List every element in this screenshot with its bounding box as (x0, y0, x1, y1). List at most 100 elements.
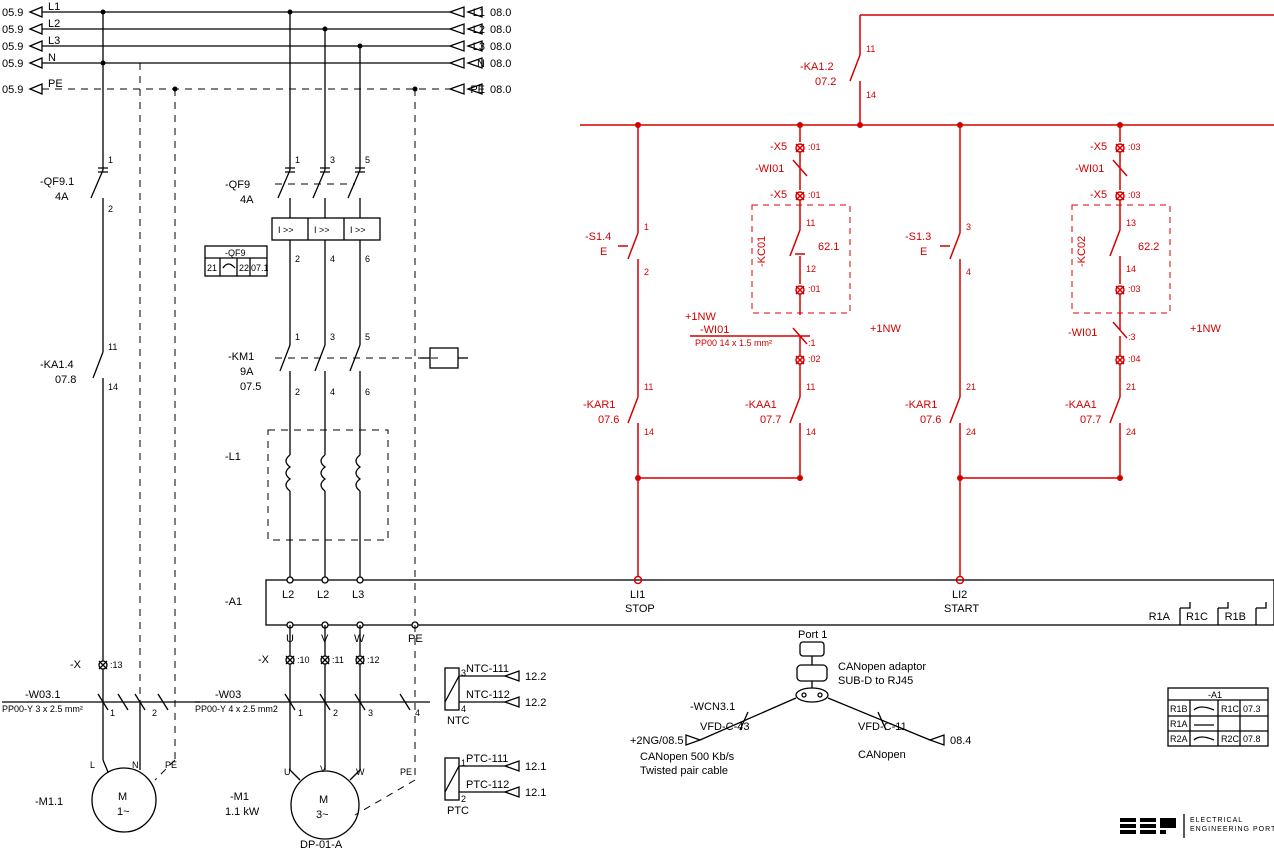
leg-kc02: -X5:03 -WI01 -X5:03 13 14 -KC02 62.2 :03… (960, 125, 1221, 481)
m1-1-branch: -X:13 -W03.1 PP00-Y 3 x 2.5 mm² 12 M 1~ … (2, 89, 200, 832)
svg-text:3: 3 (368, 708, 373, 718)
svg-text:-KA1.2: -KA1.2 (800, 61, 834, 73)
svg-text:Port 1: Port 1 (798, 629, 827, 641)
svg-text:3: 3 (966, 222, 971, 232)
svg-text:1: 1 (644, 222, 649, 232)
svg-text:-KAA1: -KAA1 (745, 399, 777, 411)
svg-text:6: 6 (365, 254, 370, 264)
svg-text:08.0: 08.0 (490, 58, 511, 70)
svg-text:+1NW: +1NW (870, 323, 901, 335)
svg-text:5: 5 (365, 155, 370, 165)
svg-text:11: 11 (644, 382, 653, 392)
svg-text:07.7: 07.7 (760, 414, 781, 426)
svg-text:L1: L1 (473, 7, 485, 19)
svg-text:-X5: -X5 (1090, 189, 1107, 201)
svg-text:L2: L2 (473, 24, 485, 36)
svg-text:24: 24 (966, 427, 976, 437)
qf9-ref-box: -QF9 21 22 07.1 (205, 246, 269, 276)
svg-text:05.9: 05.9 (2, 7, 23, 19)
m1-branch: -X :10 :11 :12 -W03 PP00-Y 4 x 2.5 mm2 1… (195, 625, 430, 851)
svg-text:-X: -X (70, 659, 82, 671)
svg-text:-S1.4: -S1.4 (585, 231, 611, 243)
svg-text:-KM1: -KM1 (228, 351, 254, 363)
svg-text:R1B: R1B (1225, 611, 1246, 623)
svg-text:ELECTRICAL: ELECTRICAL (1190, 817, 1243, 824)
qf9-breaker: 135 -QF9 4A I >> I >> I >> 246 -QF9 21 2… (205, 12, 380, 345)
svg-text:-QF9: -QF9 (225, 179, 250, 191)
svg-text:05.9: 05.9 (2, 24, 23, 36)
svg-text:-X5: -X5 (770, 141, 787, 153)
svg-text:2: 2 (333, 708, 338, 718)
svg-text:21: 21 (966, 382, 976, 392)
svg-text:L3: L3 (352, 589, 364, 601)
svg-text:24: 24 (1126, 427, 1136, 437)
svg-text:-L1: -L1 (225, 451, 241, 463)
svg-text:1: 1 (298, 708, 303, 718)
ntc-block: 34 NTC NTC-11112.2 NTC-11212.2 (445, 663, 546, 727)
svg-text:11: 11 (108, 342, 117, 352)
svg-text:-WI01: -WI01 (1068, 327, 1097, 339)
svg-text:1~: 1~ (117, 806, 130, 818)
svg-text:-S1.3: -S1.3 (905, 231, 931, 243)
svg-text:PE: PE (400, 767, 412, 777)
svg-text:START: START (944, 603, 979, 615)
svg-text:62.2: 62.2 (1138, 241, 1159, 253)
svg-text:N: N (477, 58, 485, 70)
svg-text::02: :02 (808, 354, 821, 364)
svg-text:-X: -X (258, 654, 270, 666)
svg-text::13: :13 (110, 660, 123, 670)
svg-text:STOP: STOP (625, 603, 655, 615)
svg-text::01: :01 (808, 284, 821, 294)
svg-text:11: 11 (806, 382, 815, 392)
svg-text:2: 2 (295, 254, 300, 264)
eep-logo: ELECTRICAL ENGINEERING PORTAL (1120, 814, 1274, 838)
leg-s14: 1 -S1.4 E 2 11 14 -KAR1 07.6 (583, 125, 654, 576)
svg-text:L3: L3 (473, 41, 485, 53)
svg-text:1: 1 (295, 155, 300, 165)
svg-text:-KAR1: -KAR1 (583, 399, 615, 411)
svg-text:-KC02: -KC02 (1076, 236, 1088, 267)
svg-text:-KC01: -KC01 (756, 236, 768, 267)
svg-text:07.8: 07.8 (1243, 734, 1261, 744)
a1-device: -A1 L2 L2 L3 U V W PE LI1 STOP LI2 START… (225, 577, 1274, 646)
svg-text:-A1: -A1 (1208, 690, 1222, 700)
svg-text:M: M (118, 791, 127, 803)
svg-text:PP00-Y 3 x 2.5 mm²: PP00-Y 3 x 2.5 mm² (2, 704, 83, 714)
leg-kc01: -X5:01 -WI01 -X5:01 11 12 -KC01 62.1 :01… (638, 125, 901, 481)
svg-text::11: :11 (332, 655, 344, 665)
svg-text::04: :04 (1128, 354, 1141, 364)
svg-text:-W03: -W03 (215, 689, 241, 701)
svg-text:3: 3 (330, 332, 335, 342)
svg-text:+2NG/08.5: +2NG/08.5 (630, 735, 684, 747)
control-circuit: 11 14 -KA1.2 07.2 1 -S1.4 E 2 11 14 -KAR… (580, 15, 1274, 576)
svg-text:08.0: 08.0 (490, 41, 511, 53)
svg-text:1: 1 (108, 155, 113, 165)
svg-text:05.9: 05.9 (2, 41, 23, 53)
svg-text:-M1.1: -M1.1 (35, 796, 63, 808)
svg-text::12: :12 (367, 655, 380, 665)
svg-text:-X5: -X5 (770, 189, 787, 201)
svg-text:I >>: I >> (314, 225, 330, 235)
svg-text:07.3: 07.3 (1243, 704, 1261, 714)
svg-text:2: 2 (644, 267, 649, 277)
svg-text:2: 2 (152, 708, 157, 718)
svg-text:PTC: PTC (447, 805, 469, 817)
svg-text:12.2: 12.2 (525, 671, 546, 683)
svg-text:4: 4 (415, 708, 420, 718)
svg-text:-W03.1: -W03.1 (25, 689, 60, 701)
svg-text::10: :10 (297, 655, 310, 665)
svg-text:4: 4 (461, 704, 466, 714)
svg-text:R1B: R1B (1170, 704, 1188, 714)
svg-text::01: :01 (808, 142, 821, 152)
svg-text:R1A: R1A (1149, 611, 1171, 623)
svg-text:3: 3 (330, 155, 335, 165)
svg-text:08.0: 08.0 (490, 24, 511, 36)
svg-text::3: :3 (1128, 332, 1136, 342)
svg-text:CANopen adaptor: CANopen adaptor (838, 661, 926, 673)
svg-text:NTC: NTC (447, 715, 470, 727)
svg-text:14: 14 (806, 427, 816, 437)
svg-text:9A: 9A (240, 366, 254, 378)
svg-text:ENGINEERING PORTAL: ENGINEERING PORTAL (1190, 826, 1274, 833)
svg-text:2: 2 (295, 387, 300, 397)
svg-text:DP-01-A: DP-01-A (300, 839, 343, 851)
